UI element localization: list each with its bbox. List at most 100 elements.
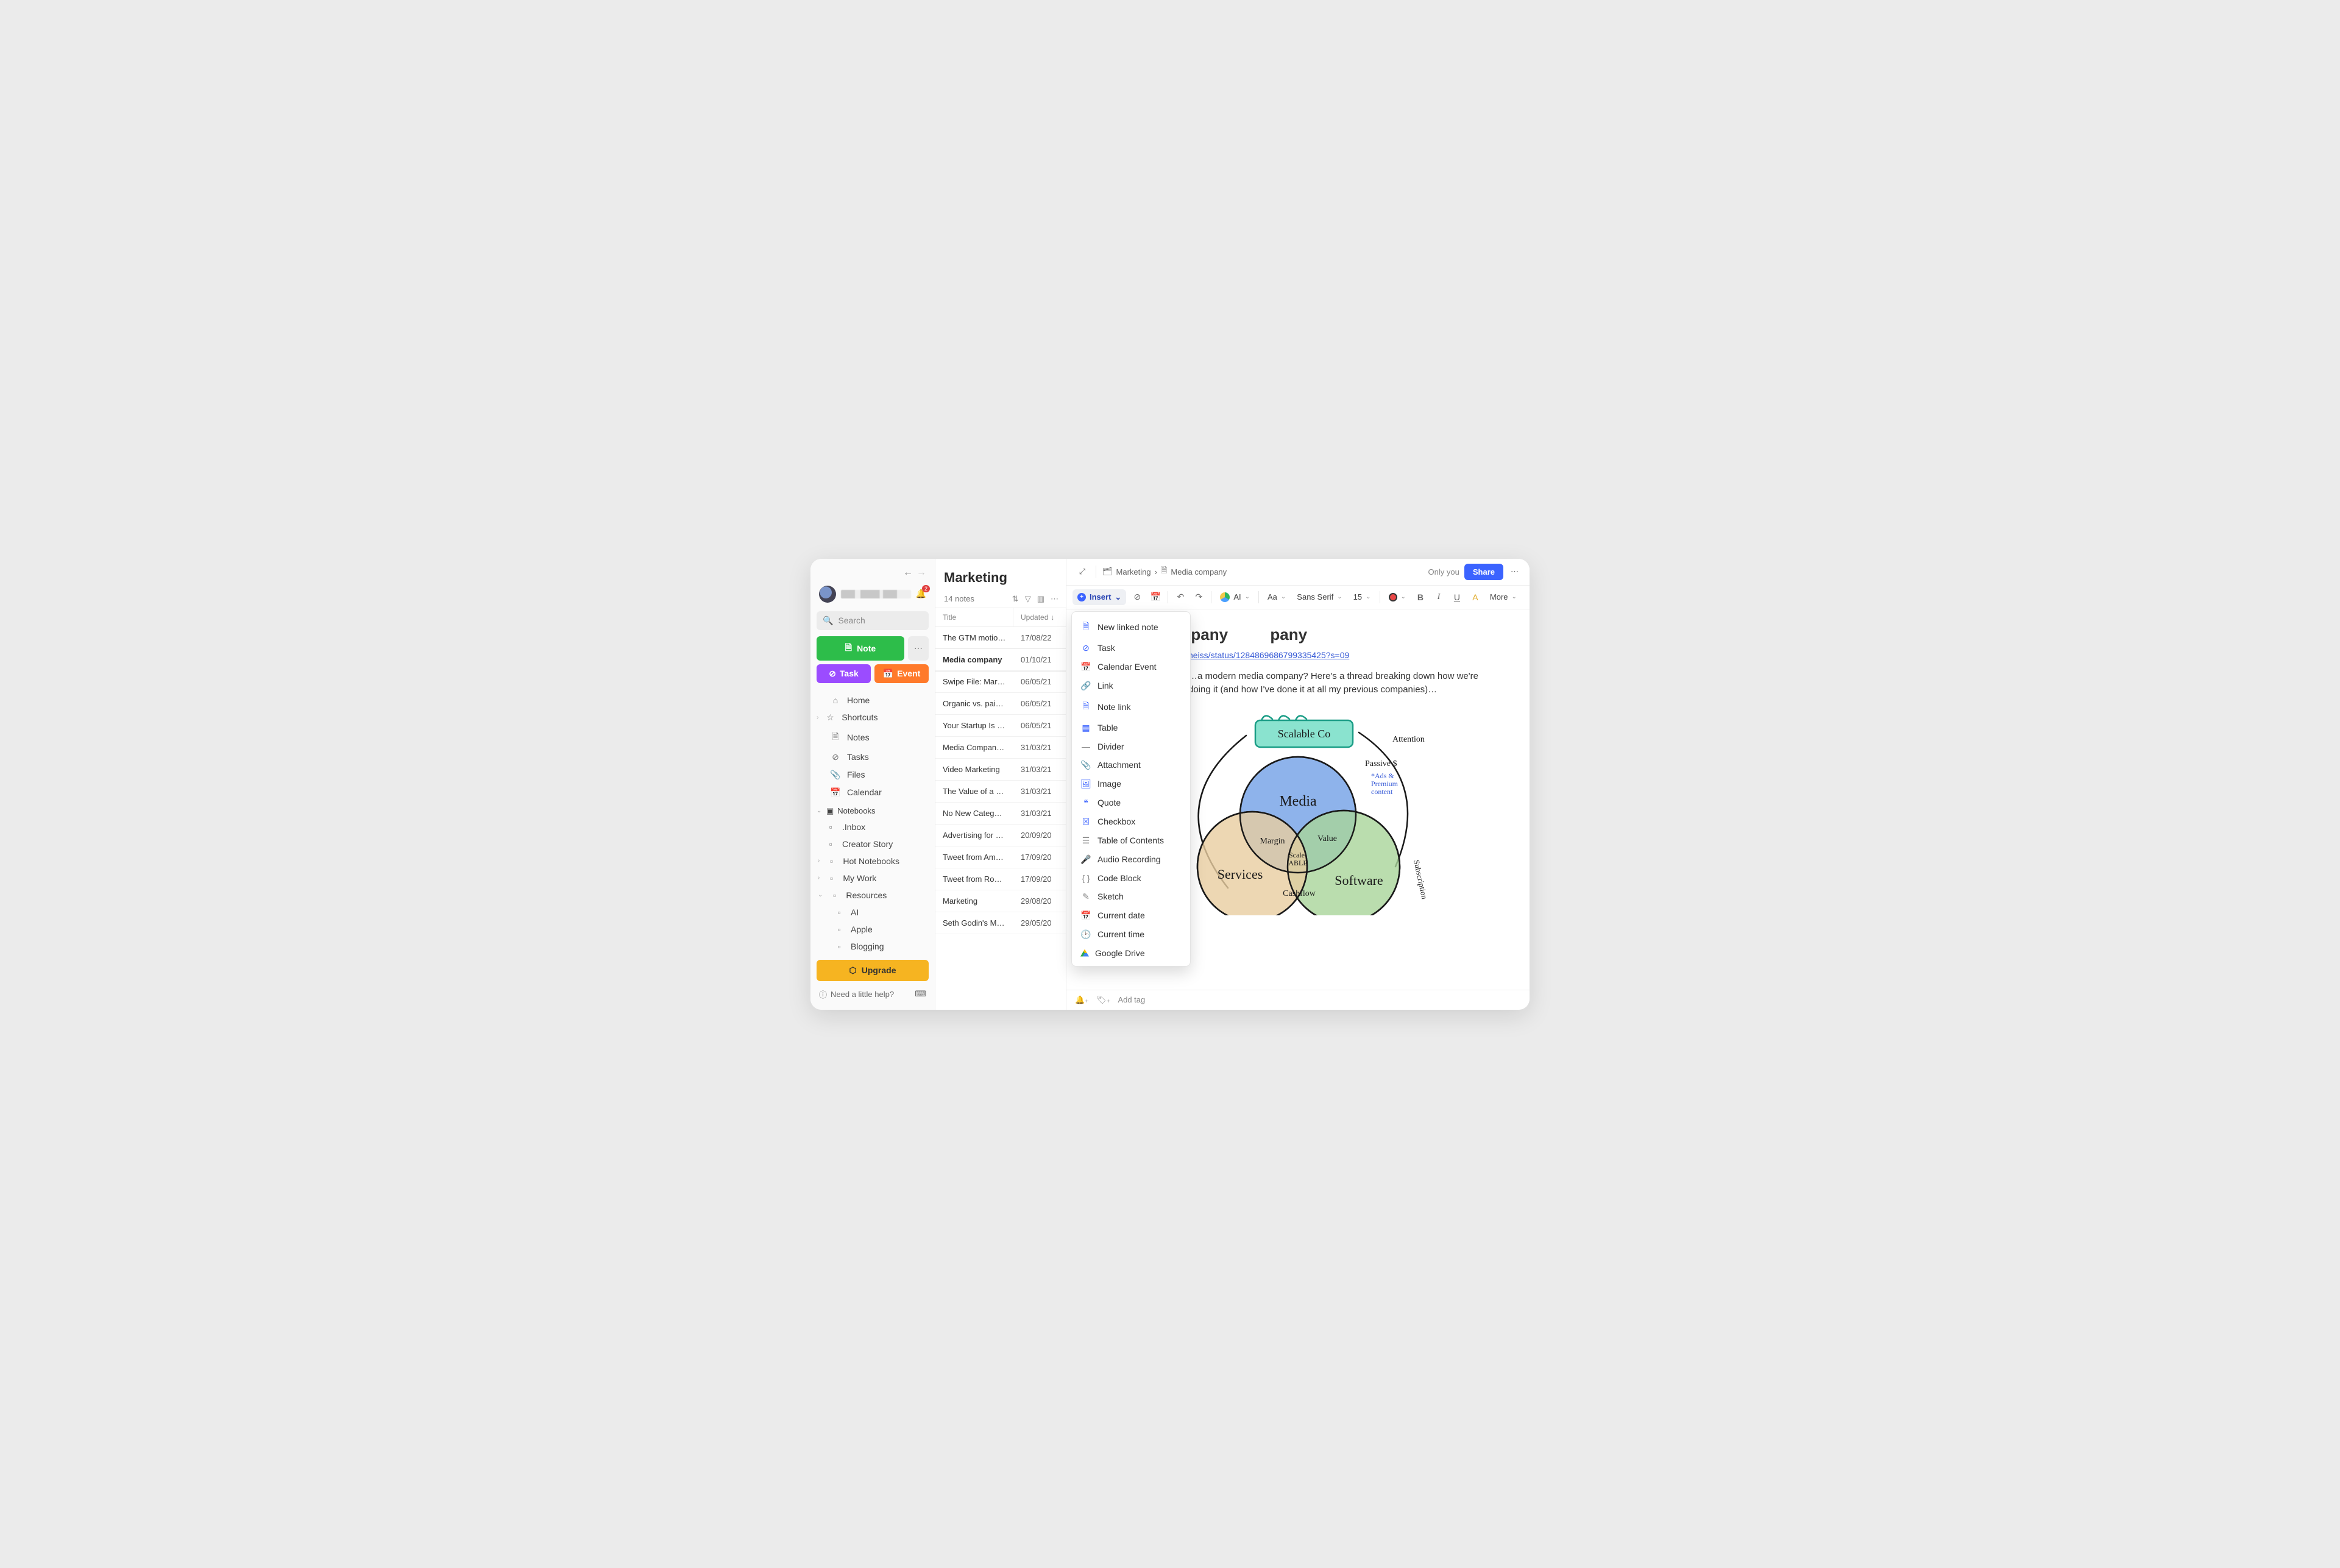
view-icon[interactable]: ▥ (1037, 594, 1044, 604)
note-row[interactable]: Tweet from Rob Wal…17/09/20 (935, 868, 1066, 890)
font-family-dropdown[interactable]: Sans Serif⌄ (1293, 590, 1346, 604)
highlight-icon[interactable]: A (1468, 590, 1483, 605)
search-input[interactable]: 🔍 Search (817, 611, 929, 630)
chevron-down-icon: ⌄ (1245, 594, 1250, 600)
note-row[interactable]: No New Categories31/03/21 (935, 803, 1066, 825)
editor-more-icon[interactable]: ⋯ (1508, 564, 1521, 579)
nav-back-icon[interactable]: ← (903, 567, 913, 578)
note-row[interactable]: Media Company Ma…31/03/21 (935, 737, 1066, 759)
new-note-more-button[interactable]: ⋯ (908, 636, 929, 661)
help-icon[interactable]: ⓘ (819, 988, 827, 1000)
user-row[interactable]: 🔔2 (810, 582, 935, 609)
note-row[interactable]: Marketing29/08/20 (935, 890, 1066, 912)
note-row[interactable]: Seth Godin's Market…29/05/20 (935, 912, 1066, 934)
new-task-button[interactable]: ⊘Task (817, 664, 871, 683)
notebook-apple[interactable]: ▫Apple (814, 921, 931, 938)
insert-note-link[interactable]: 🗎Note link (1072, 695, 1190, 718)
note-row[interactable]: Video Marketing31/03/21 (935, 759, 1066, 781)
insert-table-of-contents[interactable]: ☰Table of Contents (1072, 831, 1190, 850)
sidebar: ← → 🔔2 🔍 Search 🗎Note ⋯ ⊘Task 📅Event ⌂Ho… (810, 559, 935, 1010)
note-row[interactable]: Swipe File: Marketin…06/05/21 (935, 671, 1066, 693)
insert-button[interactable]: +Insert⌄ (1072, 589, 1126, 605)
calendar-toolbar-icon[interactable]: 📅 (1148, 590, 1163, 605)
new-note-button[interactable]: 🗎Note (817, 636, 904, 661)
insert-new-linked-note[interactable]: 🗎New linked note (1072, 615, 1190, 639)
note-row[interactable]: Media company01/10/21 (935, 649, 1066, 671)
insert-checkbox[interactable]: ☒Checkbox (1072, 812, 1190, 831)
sidebar-shortcuts[interactable]: ›☆Shortcuts (814, 709, 931, 726)
share-button[interactable]: Share (1464, 564, 1503, 580)
notebook-resources[interactable]: ⌄▫Resources (814, 887, 931, 904)
notebook-hot-notebooks[interactable]: ›▫Hot Notebooks (814, 853, 931, 870)
notebooks-label: Notebooks (837, 806, 875, 815)
sidebar-calendar[interactable]: 📅Calendar (814, 784, 931, 801)
new-event-button[interactable]: 📅Event (874, 664, 929, 683)
insert-task[interactable]: ⊘Task (1072, 639, 1190, 658)
ai-button[interactable]: AI⌄ (1216, 590, 1253, 605)
insert-link[interactable]: 🔗Link (1072, 676, 1190, 695)
notebook-my-work[interactable]: ›▫My Work (814, 870, 931, 887)
keyboard-icon[interactable]: ⌨ (915, 989, 926, 999)
undo-icon[interactable]: ↶ (1173, 590, 1188, 605)
underline-icon[interactable]: U (1450, 590, 1464, 605)
font-size-dropdown[interactable]: 15⌄ (1350, 590, 1375, 604)
nav-label: Tasks (847, 752, 869, 762)
insert-calendar-event[interactable]: 📅Calendar Event (1072, 658, 1190, 676)
insert-sketch[interactable]: ✎Sketch (1072, 887, 1190, 906)
task-toolbar-icon[interactable]: ⊘ (1130, 590, 1144, 605)
paragraph-style-dropdown[interactable]: Aa⌄ (1264, 590, 1289, 604)
add-tag-label[interactable]: Add tag (1118, 995, 1145, 1004)
list-more-icon[interactable]: ⋯ (1051, 594, 1058, 604)
italic-icon[interactable]: I (1431, 590, 1446, 605)
note-row[interactable]: Advertising for new …20/09/20 (935, 825, 1066, 846)
notifications-icon[interactable]: 🔔2 (916, 589, 926, 599)
filter-icon[interactable]: ▽ (1025, 594, 1031, 604)
notebook-creator-story[interactable]: ▫Creator Story (814, 835, 931, 853)
note-row-date: 31/03/21 (1013, 759, 1066, 780)
insert-table[interactable]: ▦Table (1072, 718, 1190, 737)
note-row[interactable]: Your Startup Is a M…06/05/21 (935, 715, 1066, 737)
notebook-blogging[interactable]: ▫Blogging (814, 938, 931, 955)
text-color-dropdown[interactable]: ⌄ (1385, 591, 1409, 604)
note-row[interactable]: The Value of a Velv…31/03/21 (935, 781, 1066, 803)
sidebar-tasks[interactable]: ⊘Tasks (814, 748, 931, 766)
bold-icon[interactable]: B (1413, 590, 1428, 605)
nav-forward-icon[interactable]: → (916, 567, 926, 578)
upgrade-button[interactable]: ⬡Upgrade (817, 960, 929, 981)
notebook-ai[interactable]: ▫AI (814, 904, 931, 921)
more-format-dropdown[interactable]: More⌄ (1486, 590, 1520, 604)
insert-code-block[interactable]: { }Code Block (1072, 869, 1190, 887)
insert-divider[interactable]: —Divider (1072, 737, 1190, 756)
insert-current-time[interactable]: 🕑Current time (1072, 925, 1190, 944)
note-paragraph[interactable]: …a modern media company? Here's a thread… (1188, 670, 1487, 697)
notebook-item-label: My Work (843, 873, 876, 883)
sort-icon[interactable]: ⇅ (1012, 594, 1019, 604)
insert-quote[interactable]: ❝Quote (1072, 793, 1190, 812)
note-source-link[interactable]: heiss/status/1284869686799335425?s=09 (1188, 650, 1349, 660)
note-title[interactable]: Media comMedia companypany (1188, 625, 1487, 644)
help-label[interactable]: Need a little help? (831, 990, 894, 999)
note-row[interactable]: Tweet from Amanda…17/09/20 (935, 846, 1066, 868)
reminder-icon[interactable]: 🔔₊ (1075, 995, 1089, 1005)
sidebar-home[interactable]: ⌂Home (814, 692, 931, 709)
note-row[interactable]: The GTM motions o…17/08/22 (935, 627, 1066, 649)
insert-image[interactable]: 🖼Image (1072, 775, 1190, 793)
note-icon: 🗎 (1161, 565, 1167, 578)
note-row[interactable]: Organic vs. paid ma…06/05/21 (935, 693, 1066, 715)
note-row-date: 20/09/20 (1013, 825, 1066, 846)
expand-icon[interactable]: ⤢ (1075, 564, 1090, 579)
tag-add-icon[interactable]: 🏷₊ (1096, 995, 1110, 1005)
col-updated[interactable]: Updated↓ (1013, 608, 1066, 626)
breadcrumb[interactable]: 🗂 Marketing › 🗎 Media company (1102, 565, 1227, 578)
insert-audio-recording[interactable]: 🎤Audio Recording (1072, 850, 1190, 869)
insert-attachment[interactable]: 📎Attachment (1072, 756, 1190, 775)
notebooks-section[interactable]: ⌄▣Notebooks (814, 801, 931, 818)
col-title[interactable]: Title (935, 608, 1013, 626)
color-swatch-icon (1389, 593, 1397, 601)
insert-current-date[interactable]: 📅Current date (1072, 906, 1190, 925)
sidebar-notes[interactable]: 🗎Notes (814, 726, 931, 748)
sidebar-files[interactable]: 📎Files (814, 766, 931, 784)
insert-google-drive[interactable]: Google Drive (1072, 944, 1190, 962)
redo-icon[interactable]: ↷ (1191, 590, 1206, 605)
notebook--inbox[interactable]: ▫.Inbox (814, 818, 931, 835)
